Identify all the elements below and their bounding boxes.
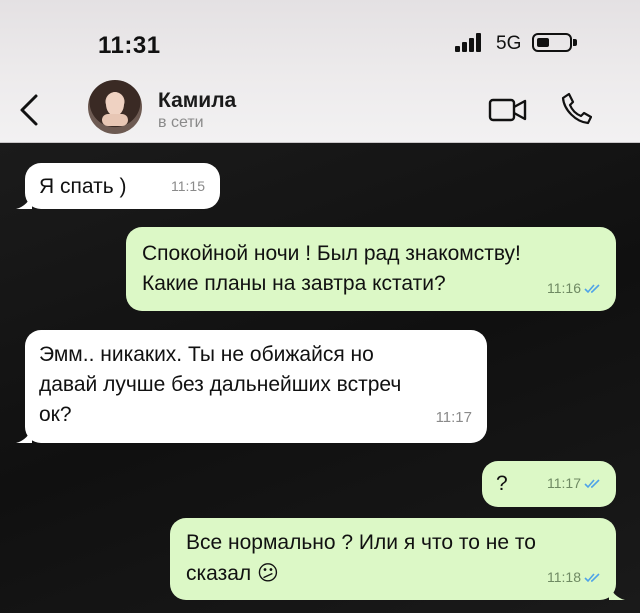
status-bar-time: 11:31 (98, 32, 161, 59)
message-time: 11:16 (547, 280, 581, 296)
phone-call-icon[interactable] (560, 90, 592, 126)
signal-strength-icon (455, 32, 489, 52)
back-chevron-icon[interactable] (14, 90, 44, 130)
message-time: 11:15 (171, 178, 205, 194)
message-meta: 11:17 (547, 468, 602, 498)
message-text: Эмм.. никаких. Ты не обижайся но давай л… (39, 343, 402, 426)
contact-online-status: в сети (158, 114, 204, 131)
network-type: 5G (496, 33, 522, 54)
message-text-body: Все нормально ? Или я что то не то сказа… (186, 531, 536, 585)
confused-face-emoji: 😕 (257, 561, 279, 585)
message-outgoing[interactable]: Спокойной ночи ! Был рад знакомству! Как… (126, 227, 616, 311)
message-time: 11:18 (547, 569, 581, 585)
contact-name[interactable]: Камила (158, 89, 236, 113)
contact-avatar[interactable] (88, 80, 142, 134)
message-outgoing[interactable]: ? 11:17 (482, 461, 616, 507)
message-meta: 11:16 (547, 273, 602, 303)
message-text: Спокойной ночи ! Был рад знакомству! Как… (142, 242, 521, 295)
message-time: 11:17 (547, 475, 581, 491)
video-call-icon[interactable] (488, 95, 528, 125)
message-incoming[interactable]: Я спать ) 11:15 (16, 163, 220, 209)
chat-header: 11:31 5G Камила в сети (0, 0, 640, 143)
double-check-icon (584, 572, 600, 582)
message-list[interactable]: Я спать ) 11:15 Спокойной ночи ! Был рад… (0, 143, 640, 613)
message-outgoing[interactable]: Все нормально ? Или я что то не то сказа… (170, 518, 625, 600)
double-check-icon (584, 478, 600, 488)
double-check-icon (584, 283, 600, 293)
message-meta: 11:18 (547, 562, 602, 592)
message-time: 11:17 (435, 409, 472, 426)
battery-icon (532, 33, 577, 52)
message-text: Все нормально ? Или я что то не то сказа… (186, 528, 600, 589)
message-incoming[interactable]: Эмм.. никаких. Ты не обижайся но давай л… (16, 330, 487, 443)
